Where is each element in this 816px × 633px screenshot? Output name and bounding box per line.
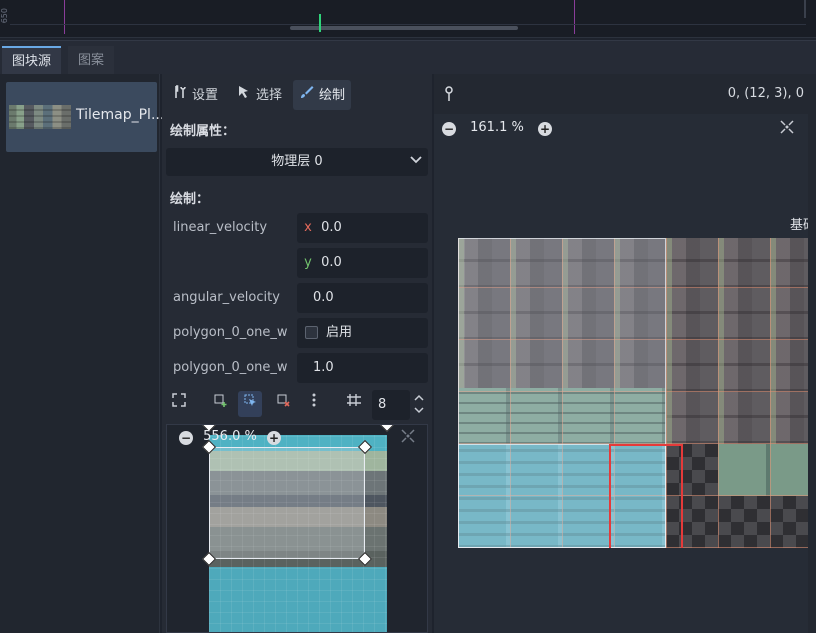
physics-layer-dropdown[interactable]: 物理层 0 (166, 148, 428, 176)
timeline-track-line (10, 24, 806, 25)
setup-label: 设置 (192, 88, 219, 103)
polygon-tools-toolbar: 8 (162, 388, 432, 422)
cursor-icon (236, 80, 252, 110)
paint-properties-title: 绘制属性： (170, 124, 236, 139)
polygon-vertex[interactable] (379, 425, 395, 433)
setup-button[interactable]: 设置 (166, 80, 224, 110)
timeline-ruler-label: 650 (0, 8, 9, 24)
paint-section-title: 绘制： (170, 192, 210, 207)
atlas-toolbar: 0, (12, 3), 0 (434, 80, 816, 110)
polygon-zoom-value: 556.0 % (203, 429, 257, 444)
atlas-zoom-controls: − 161.1 % + (442, 120, 552, 136)
chevron-down-icon (410, 148, 422, 176)
one-way-margin-value: 1.0 (313, 360, 334, 375)
atlas-base-label: 基础 (790, 218, 808, 233)
collision-polygon[interactable] (209, 447, 365, 559)
polygon-editor-canvas[interactable]: − 556.0 % + (166, 424, 428, 633)
center-view-icon[interactable] (780, 120, 794, 137)
edit-point-icon[interactable] (238, 391, 262, 417)
zoom-out-icon[interactable]: − (442, 122, 456, 136)
tile-inspector-panel: 设置 选择 绘制 绘制属性： 物理层 0 绘制： linear_velocity… (162, 74, 432, 633)
grid-snap-field[interactable]: 8 (372, 390, 410, 420)
grid-snap-icon[interactable] (342, 391, 366, 417)
select-label: 选择 (256, 88, 283, 103)
expand-icon[interactable] (167, 391, 191, 417)
one-way-checkbox-label: 启用 (326, 325, 353, 340)
delete-point-icon[interactable] (271, 391, 295, 417)
atlas-zoom-value: 161.1 % (470, 120, 524, 135)
wrench-icon (172, 80, 188, 110)
timeline-end-marker (804, 0, 806, 18)
linear-velocity-x-value: 0.0 (321, 220, 342, 235)
atlas-thumbnail (9, 105, 71, 129)
atlas-source-label: Tilemap_Pl... (76, 107, 165, 123)
more-options-icon[interactable] (302, 391, 326, 417)
pin-icon[interactable] (444, 86, 454, 106)
one-way-checkbox[interactable] (305, 326, 318, 339)
brush-icon (299, 80, 315, 110)
center-view-icon[interactable] (401, 429, 415, 446)
linear-velocity-y-value: 0.0 (321, 255, 342, 270)
zoom-in-icon[interactable]: + (537, 122, 552, 136)
atlas-view-panel: 0, (12, 3), 0 − 161.1 % + 基础 (434, 74, 816, 633)
axis-y-label: y (304, 255, 312, 270)
physics-layer-value: 物理层 0 (271, 154, 323, 169)
timeline-strip: 650 (0, 0, 816, 38)
add-point-icon[interactable] (208, 391, 232, 417)
angular-velocity-label: angular_velocity (173, 290, 280, 305)
linear-velocity-label: linear_velocity (173, 220, 268, 235)
axis-x-label: x (304, 220, 312, 235)
linear-velocity-x-field[interactable]: x 0.0 (297, 213, 428, 243)
atlas-canvas[interactable]: − 161.1 % + 基础 (434, 114, 808, 633)
paint-button[interactable]: 绘制 (293, 80, 352, 110)
zoom-in-icon[interactable]: + (266, 431, 281, 445)
timeline-playhead[interactable] (318, 14, 322, 32)
tileset-tabbar: 图块源 图案 (0, 40, 816, 75)
polygon-zoom-controls: − 556.0 % + (179, 429, 281, 445)
linear-velocity-y-field[interactable]: y 0.0 (297, 248, 428, 278)
selected-tile[interactable] (609, 444, 683, 548)
one-way-margin-field[interactable]: 1.0 (297, 353, 428, 383)
inspector-toolbar: 设置 选择 绘制 (162, 80, 432, 110)
one-way-margin-label: polygon_0_one_w (173, 360, 288, 375)
angular-velocity-value: 0.0 (313, 290, 334, 305)
select-button[interactable]: 选择 (230, 80, 288, 110)
timeline-marker-right (574, 0, 575, 34)
tile-coords-readout: 0, (12, 3), 0 (727, 86, 804, 101)
tab-patterns[interactable]: 图案 (68, 46, 115, 75)
timeline-scrollbar[interactable] (290, 26, 518, 30)
angular-velocity-field[interactable]: 0.0 (297, 283, 428, 313)
atlas-source-item[interactable]: Tilemap_Pl... (6, 82, 164, 152)
grid-snap-value: 8 (378, 397, 387, 412)
tab-tile-sources[interactable]: 图块源 (2, 46, 62, 75)
atlas-source-list: Tilemap_Pl... (0, 74, 164, 633)
zoom-out-icon[interactable]: − (179, 431, 193, 445)
atlas-texture[interactable] (458, 238, 808, 548)
grid-snap-stepper[interactable] (414, 392, 424, 420)
one-way-toggle[interactable]: 启用 (297, 318, 428, 348)
one-way-label: polygon_0_one_w (173, 325, 288, 340)
timeline-marker-left (64, 0, 65, 34)
paint-label: 绘制 (319, 88, 346, 103)
